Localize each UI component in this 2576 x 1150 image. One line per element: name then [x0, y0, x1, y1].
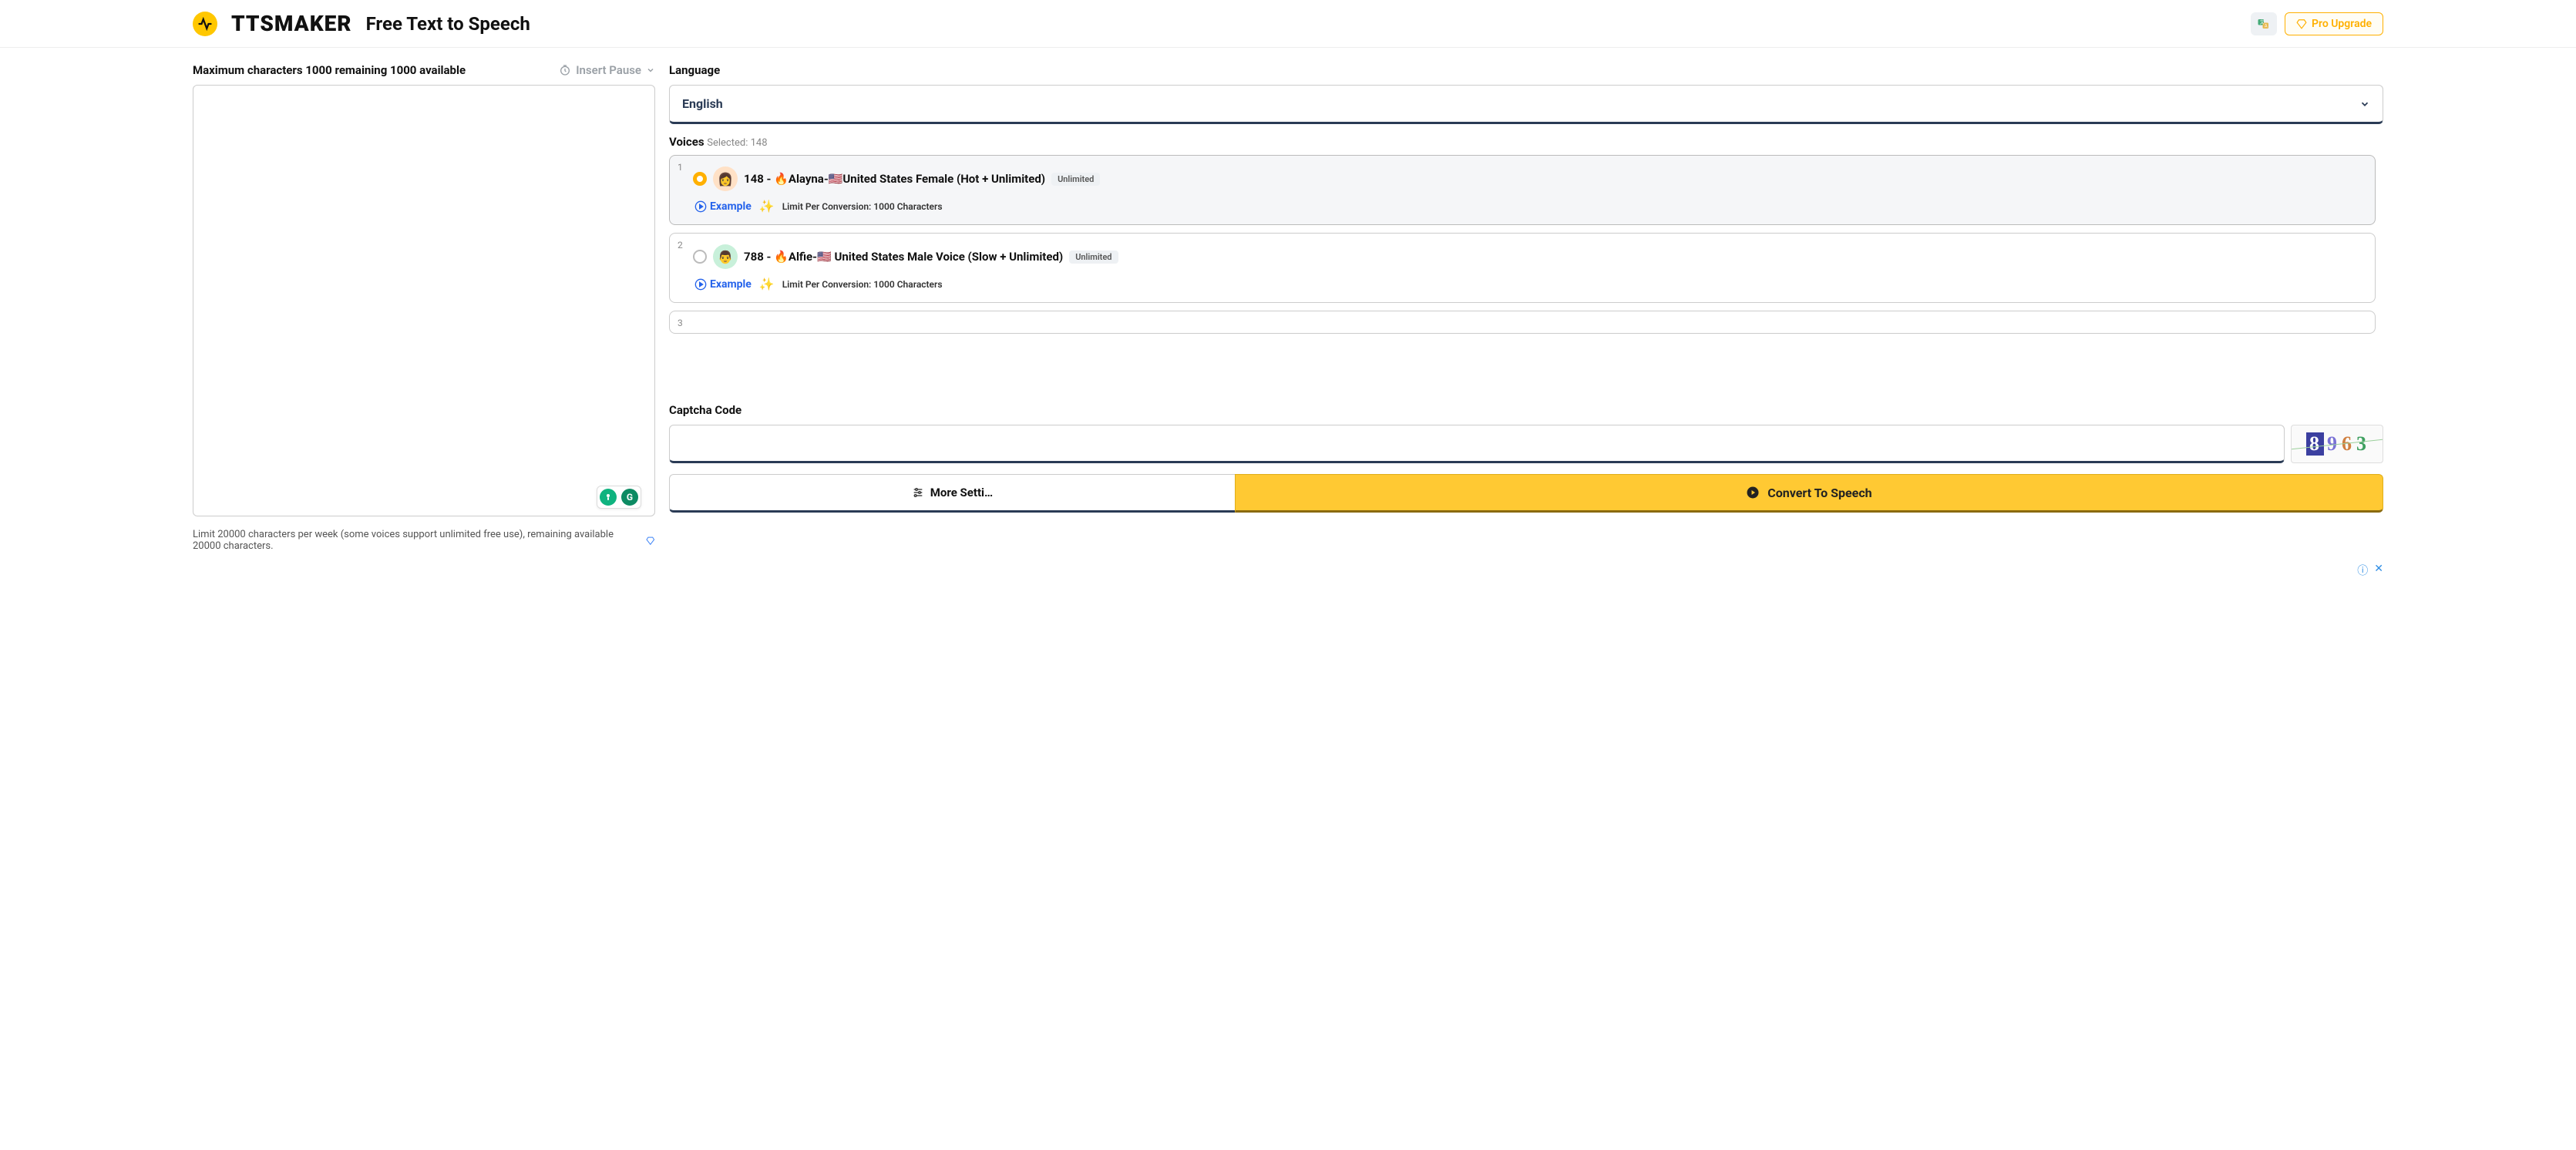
chevron-down-icon [2359, 99, 2370, 109]
convert-label: Convert To Speech [1767, 486, 1871, 500]
editor-header: Maximum characters 1000 remaining 1000 a… [193, 63, 655, 77]
limit-info: Limit Per Conversion: 1000 Characters [782, 201, 943, 212]
example-button[interactable]: Example [694, 200, 752, 213]
action-row: More Setti… Convert To Speech [669, 474, 2383, 513]
top-bar: TTSMAKER Free Text to Speech 文A Pro Upgr… [0, 0, 2576, 48]
captcha-image[interactable]: 8 9 6 3 [2291, 425, 2383, 463]
voice-radio[interactable] [693, 250, 707, 264]
svg-text:A: A [2265, 23, 2268, 29]
ad-info-icon[interactable]: ⓘ [2357, 563, 2368, 578]
captcha-digit: 3 [2356, 432, 2368, 456]
captcha-digit: 6 [2342, 432, 2353, 456]
play-icon [694, 200, 707, 213]
example-label: Example [710, 278, 752, 291]
language-label: Language [669, 63, 2383, 77]
more-settings-label: More Setti… [930, 486, 993, 499]
grammar-widget: G [597, 486, 641, 509]
sliders-icon [912, 486, 924, 499]
right-column: Language English Voices Selected: 148 1 … [669, 63, 2383, 552]
sparkle-icon: ✨ [759, 277, 775, 291]
sparkle-icon: ✨ [759, 199, 775, 214]
insert-pause-button[interactable]: Insert Pause [559, 63, 655, 77]
brand-tagline: Free Text to Speech [366, 13, 530, 35]
clock-icon [559, 64, 571, 76]
ad-controls: ⓘ ✕ [0, 558, 2576, 578]
textarea-wrapper: G [193, 85, 655, 520]
voice-index: 2 [678, 240, 683, 251]
insert-pause-label: Insert Pause [576, 63, 641, 77]
voices-selected-info: Selected: 148 [707, 137, 767, 149]
svg-text:文: 文 [2260, 19, 2265, 25]
ad-close-icon[interactable]: ✕ [2374, 563, 2383, 578]
language-select[interactable]: English [669, 85, 2383, 124]
play-icon [694, 278, 707, 291]
brand-name: TTSMAKER [231, 11, 352, 36]
captcha-label: Captcha Code [669, 403, 2383, 417]
voices-label: Voices [669, 135, 705, 149]
weekly-limit-text: Limit 20000 characters per week (some vo… [193, 529, 641, 552]
captcha-row: 8 9 6 3 [669, 425, 2383, 463]
avatar: 👩 [713, 166, 738, 191]
example-label: Example [710, 200, 752, 213]
voice-title: 788 - 🔥Alfie-🇺🇸 United States Male Voice… [744, 247, 1063, 266]
limit-info: Limit Per Conversion: 1000 Characters [782, 279, 943, 290]
logo-icon [193, 12, 217, 36]
weekly-limit-info: Limit 20000 characters per week (some vo… [193, 529, 655, 552]
voices-header: Voices Selected: 148 [669, 135, 2383, 149]
pro-upgrade-label: Pro Upgrade [2312, 18, 2372, 30]
pro-upgrade-button[interactable]: Pro Upgrade [2285, 12, 2383, 35]
diamond-icon [2296, 18, 2307, 29]
voice-index: 1 [678, 162, 683, 173]
unlimited-badge: Unlimited [1051, 173, 1100, 186]
voice-card[interactable]: 3 [669, 311, 2376, 334]
left-column: Maximum characters 1000 remaining 1000 a… [193, 63, 655, 552]
voices-list[interactable]: 1 👩 148 - 🔥Alayna-🇺🇸United States Female… [669, 155, 2383, 394]
avatar: 👨 [713, 244, 738, 269]
language-selected: English [682, 96, 723, 111]
example-button[interactable]: Example [694, 278, 752, 291]
diamond-icon [646, 536, 655, 546]
captcha-input[interactable] [669, 425, 2285, 463]
top-right: 文A Pro Upgrade [2251, 12, 2383, 35]
play-circle-icon [1746, 486, 1760, 499]
text-input[interactable] [193, 85, 655, 516]
voice-radio[interactable] [693, 172, 707, 186]
unlimited-badge: Unlimited [1069, 251, 1118, 264]
brand-area: TTSMAKER Free Text to Speech [193, 11, 530, 36]
translate-button[interactable]: 文A [2251, 12, 2277, 35]
chevron-down-icon [646, 66, 655, 75]
grammarly-icon[interactable]: G [621, 489, 638, 506]
assistant-icon[interactable] [600, 489, 617, 506]
convert-button[interactable]: Convert To Speech [1235, 474, 2383, 513]
voice-card[interactable]: 2 👨 788 - 🔥Alfie-🇺🇸 United States Male V… [669, 233, 2376, 303]
character-counter: Maximum characters 1000 remaining 1000 a… [193, 63, 466, 77]
captcha-digit: 8 [2306, 432, 2324, 456]
main-area: Maximum characters 1000 remaining 1000 a… [0, 48, 2576, 558]
voice-title: 148 - 🔥Alayna-🇺🇸United States Female (Ho… [744, 170, 1045, 188]
more-settings-button[interactable]: More Setti… [669, 474, 1235, 513]
voice-index: 3 [678, 318, 683, 328]
voice-card[interactable]: 1 👩 148 - 🔥Alayna-🇺🇸United States Female… [669, 155, 2376, 225]
captcha-digit: 9 [2327, 432, 2339, 456]
